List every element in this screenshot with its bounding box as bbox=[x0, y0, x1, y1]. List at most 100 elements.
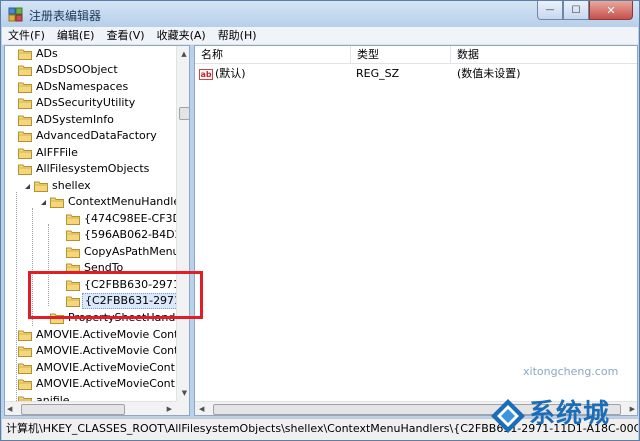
menu-help[interactable]: 帮助(H) bbox=[212, 27, 263, 45]
expanded-triangle-icon[interactable] bbox=[39, 198, 48, 207]
tree-item-label: {474C98EE-CF3D-41f5 bbox=[84, 212, 189, 225]
folder-icon bbox=[18, 378, 32, 390]
tree-item-label: AMOVIE.ActiveMovie Control.2 bbox=[36, 344, 190, 357]
scroll-down-arrow-icon[interactable]: ▼ bbox=[177, 385, 189, 401]
tree-item[interactable]: AMOVIE.ActiveMovieControl bbox=[7, 360, 189, 376]
tree-item[interactable]: ADs bbox=[7, 46, 58, 62]
minimize-button[interactable]: — bbox=[537, 1, 563, 20]
scroll-up-arrow-icon[interactable]: ▲ bbox=[177, 46, 189, 62]
scroll-left-arrow-icon[interactable]: ◀ bbox=[7, 405, 12, 413]
scroll-left-arrow-icon[interactable]: ◀ bbox=[199, 405, 204, 413]
folder-icon bbox=[18, 81, 32, 93]
tree-vertical-scrollbar[interactable]: ▲ ▼ bbox=[176, 46, 189, 401]
folder-icon bbox=[66, 229, 80, 241]
tree-item-label: AMOVIE.ActiveMovieControl bbox=[36, 361, 190, 374]
tree-item[interactable]: {596AB062-B4D2-4215 bbox=[55, 227, 189, 243]
close-icon: ✕ bbox=[606, 3, 616, 17]
watermark-text: 系统城 bbox=[529, 399, 611, 429]
tree-item-label: ContextMenuHandlers bbox=[68, 195, 190, 208]
menu-view[interactable]: 查看(V) bbox=[100, 27, 150, 45]
title-bar[interactable]: 注册表编辑器 — ☐ ✕ bbox=[1, 1, 639, 27]
tree-item-label: ADsSecurityUtility bbox=[36, 96, 136, 109]
tree-item-label: ADsDSOObject bbox=[36, 63, 118, 76]
folder-icon bbox=[18, 147, 32, 159]
value-type: REG_SZ bbox=[356, 67, 400, 80]
tree-item[interactable]: ADSystemInfo bbox=[7, 112, 114, 128]
tree-item[interactable]: AllFilesystemObjects bbox=[7, 161, 149, 177]
tree-item[interactable]: CopyAsPathMenu bbox=[55, 244, 180, 260]
table-row[interactable]: ab (默认) REG_SZ (数值未设置) bbox=[195, 66, 637, 82]
tree-item[interactable]: {474C98EE-CF3D-41f5 bbox=[55, 211, 189, 227]
tree-horizontal-scroll-thumb[interactable] bbox=[21, 404, 125, 415]
red-highlight-annotation bbox=[28, 271, 203, 319]
tree-item[interactable]: ADsSecurityUtility bbox=[7, 95, 135, 111]
key-tree-pane[interactable]: ADs ADsDSOObject ADsNamespaces ADsSecurityU… bbox=[4, 45, 190, 416]
column-header-data[interactable]: 数据 bbox=[451, 46, 637, 64]
tree-item-label: {596AB062-B4D2-4215 bbox=[84, 228, 189, 241]
window-title: 注册表编辑器 bbox=[29, 9, 102, 23]
watermark-logo: xitongcheng.com 系统城 bbox=[489, 365, 639, 440]
folder-icon bbox=[66, 213, 80, 225]
tree-item[interactable]: AMOVIE.ActiveMovie Control.2 bbox=[7, 343, 190, 359]
tree-horizontal-scrollbar[interactable]: ◀ ▶ bbox=[5, 401, 176, 415]
menu-favorites[interactable]: 收藏夹(A) bbox=[151, 27, 212, 45]
folder-icon bbox=[66, 246, 80, 258]
watermark-logo-icon bbox=[491, 399, 525, 433]
value-name: (默认) bbox=[215, 67, 246, 80]
folder-icon bbox=[18, 64, 32, 76]
tree-item-label: AMOVIE.ActiveMovieControl.2 bbox=[36, 377, 190, 390]
tree-item[interactable]: AdvancedDataFactory bbox=[7, 128, 157, 144]
regedit-app-icon bbox=[8, 6, 24, 22]
tree-item[interactable]: ADsNamespaces bbox=[7, 79, 128, 95]
menu-file[interactable]: 文件(F) bbox=[2, 27, 51, 45]
tree-vertical-scroll-thumb[interactable] bbox=[179, 107, 189, 120]
value-data: (数值未设置) bbox=[457, 67, 521, 80]
folder-icon bbox=[18, 329, 32, 341]
tree-item[interactable]: AMOVIE.ActiveMovie Control bbox=[7, 327, 189, 343]
value-list-pane[interactable]: 名称 类型 数据 ab (默认) REG_SZ (数值未设置) ◀ ▶ bbox=[194, 45, 638, 416]
tree-item[interactable]: ContextMenuHandlers bbox=[39, 194, 190, 210]
tree-item-label: shellex bbox=[52, 179, 91, 192]
tree-item[interactable]: AMOVIE.ActiveMovieControl.2 bbox=[7, 376, 190, 392]
tree-item-label: AdvancedDataFactory bbox=[36, 129, 157, 142]
folder-icon bbox=[18, 163, 32, 175]
folder-icon bbox=[50, 196, 64, 208]
folder-icon bbox=[18, 114, 32, 126]
watermark-url: xitongcheng.com bbox=[523, 365, 619, 378]
folder-icon bbox=[18, 130, 32, 142]
tree-item-label: AllFilesystemObjects bbox=[36, 162, 150, 175]
close-button[interactable]: ✕ bbox=[589, 1, 633, 20]
maximize-button[interactable]: ☐ bbox=[563, 1, 589, 20]
expanded-triangle-icon[interactable] bbox=[23, 182, 32, 191]
tree-item[interactable]: ADsDSOObject bbox=[7, 62, 118, 78]
tree-item-label: CopyAsPathMenu bbox=[84, 245, 180, 258]
scrollbar-corner bbox=[176, 401, 189, 415]
maximize-icon: ☐ bbox=[571, 4, 581, 16]
menu-edit[interactable]: 编辑(E) bbox=[51, 27, 101, 45]
tree-item[interactable]: AIFFFile bbox=[7, 145, 78, 161]
tree-item-label: ADs bbox=[36, 47, 58, 60]
folder-icon bbox=[18, 362, 32, 374]
tree-item[interactable]: shellex bbox=[23, 178, 91, 194]
folder-icon bbox=[18, 97, 32, 109]
tree-item-label: ADSystemInfo bbox=[36, 113, 114, 126]
menu-bar: 文件(F) 编辑(E) 查看(V) 收藏夹(A) 帮助(H) bbox=[2, 27, 638, 45]
scroll-right-arrow-icon[interactable]: ▶ bbox=[167, 405, 172, 413]
registry-editor-window: 注册表编辑器 — ☐ ✕ 文件(F) 编辑(E) 查看(V) 收藏夹(A) 帮助… bbox=[0, 0, 640, 441]
column-header-type[interactable]: 类型 bbox=[351, 46, 451, 64]
column-header-name[interactable]: 名称 bbox=[195, 46, 351, 64]
